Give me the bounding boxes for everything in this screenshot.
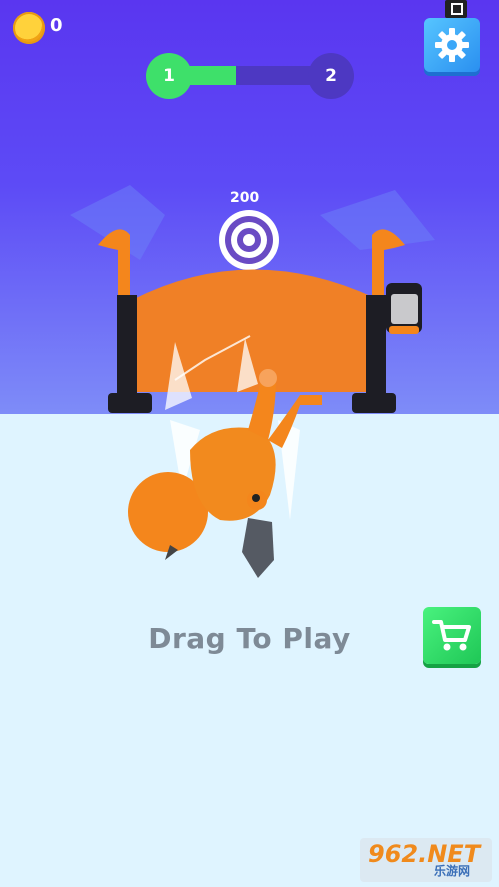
target-score: 200 xyxy=(230,190,260,206)
level-progress: 1 2 xyxy=(146,53,354,99)
target-icon xyxy=(219,210,279,270)
shop-button[interactable] xyxy=(423,607,481,664)
shopping-cart-icon xyxy=(432,620,471,651)
screen-capture-icon[interactable] xyxy=(445,0,467,18)
watermark-logo: 962.NET 乐游网 xyxy=(360,838,492,882)
coin-icon xyxy=(13,12,45,44)
current-level: 1 xyxy=(146,53,192,99)
coin-count: 0 xyxy=(50,15,63,36)
watermark-sub: 乐游网 xyxy=(434,864,471,878)
game-scene xyxy=(70,185,435,578)
gear-icon xyxy=(435,28,469,62)
settings-button[interactable] xyxy=(424,18,480,72)
next-level: 2 xyxy=(308,53,354,99)
